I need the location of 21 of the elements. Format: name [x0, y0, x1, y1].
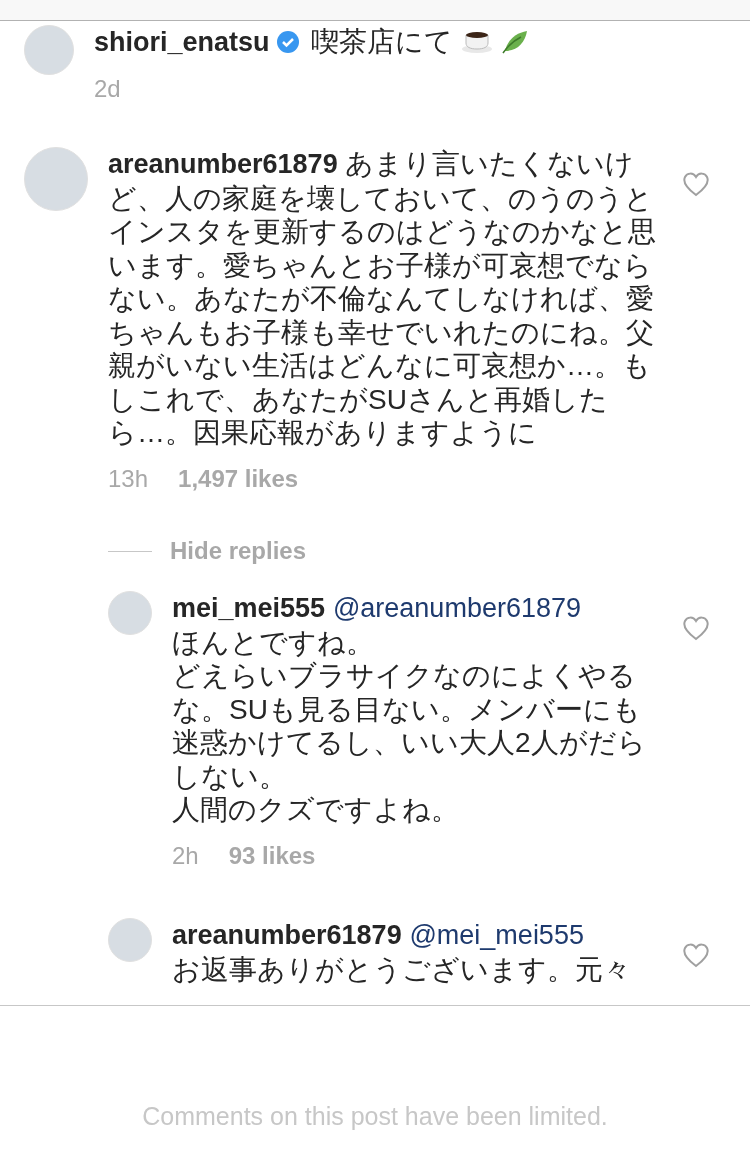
comment-text: areanumber61879 @mei_mei555: [172, 919, 585, 952]
hide-replies-link[interactable]: Hide replies: [170, 537, 307, 565]
comment-text: areanumber61879 あまり言いたくないけど、人の家庭を壊しておいて、のうのうとインスタを更新するのはどうなのかなと思います。愛ちゃんとお子様が可哀想でならない。あなたが不倫なんてしなければ、愛ちゃんもお子様も幸せでいれたのにね。父親がいない生活はどんなに可哀想か…。もしこれで、あなたがSUさんと再婚したら…。因果応報がありますように: [108, 147, 656, 450]
heart-icon[interactable]: [682, 171, 710, 197]
comment-text: shiori_enatsu 喫茶店にて: [94, 25, 710, 60]
comment-text: mei_mei555 @areanumber61879: [172, 592, 582, 625]
comment-text: お返事ありがとうございます。元々: [172, 952, 632, 986]
time-ago: 2h: [172, 840, 199, 871]
heart-icon[interactable]: [682, 615, 710, 641]
comments-limited-notice: Comments on this post have been limited.: [142, 1102, 608, 1131]
avatar[interactable]: [108, 918, 152, 962]
time-ago: 13h: [108, 463, 149, 494]
comment-text: ほんとですね。: [172, 625, 375, 659]
heart-icon[interactable]: [682, 942, 710, 968]
likes-count[interactable]: 93 likes: [228, 838, 316, 872]
avatar[interactable]: [108, 591, 152, 635]
likes-count[interactable]: 1,497 likes: [178, 461, 299, 495]
time-ago: 2d: [94, 73, 121, 104]
comment-text: 人間のクズですよね。: [172, 793, 460, 827]
avatar[interactable]: [24, 25, 74, 75]
comment-text: どえらいブラサイクなのによくやるな。SUも見る目ない。メンバーにも迷惑かけてるし、いい大人2人がだらしない。: [172, 659, 647, 793]
